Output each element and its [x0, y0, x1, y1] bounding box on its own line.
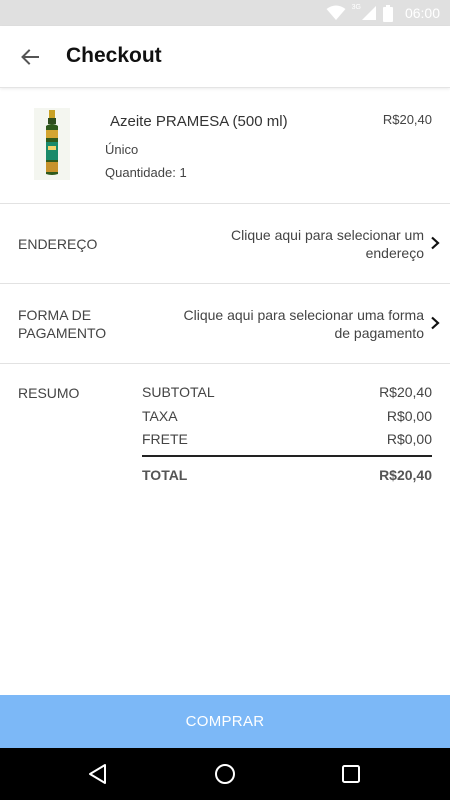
- shipping-label: FRETE: [142, 431, 188, 447]
- address-selector[interactable]: ENDEREÇO Clique aqui para selecionar um …: [0, 204, 450, 284]
- summary-table: SUBTOTAL R$20,40 TAXA R$0,00 FRETE R$0,0…: [142, 384, 432, 490]
- chevron-right-icon: [431, 236, 440, 250]
- address-label: ENDEREÇO: [18, 236, 98, 252]
- app-bar: Checkout: [0, 26, 450, 88]
- status-icons: 3G 06:00: [326, 0, 440, 26]
- subtotal-value: R$20,40: [379, 384, 432, 400]
- tax-value: R$0,00: [386, 407, 432, 424]
- order-summary: RESUMO SUBTOTAL R$20,40 TAXA R$0,00 FRET…: [0, 364, 450, 504]
- payment-value: Clique aqui para selecionar uma forma de…: [134, 306, 424, 342]
- cart-item: Azeite PRAMESA (500 ml) R$20,40 Único Qu…: [0, 90, 450, 204]
- circle-home-icon[interactable]: [213, 762, 237, 786]
- status-time: 06:00: [404, 5, 440, 21]
- network-type-label: 3G: [351, 3, 361, 11]
- chevron-right-icon: [431, 316, 440, 330]
- subtotal-label: SUBTOTAL: [142, 384, 215, 400]
- arrow-back-icon[interactable]: [16, 43, 44, 71]
- payment-label-line2: PAGAMENTO: [18, 325, 107, 341]
- payment-value-line1: Clique aqui para selecionar uma forma: [183, 307, 424, 323]
- product-image: [34, 108, 70, 180]
- product-price: R$20,40: [382, 112, 432, 127]
- total-row: TOTAL R$20,40: [142, 467, 432, 491]
- triangle-back-icon[interactable]: [86, 762, 110, 786]
- status-bar: 3G 06:00: [0, 0, 450, 26]
- summary-label: RESUMO: [18, 385, 80, 401]
- system-nav-bar: [0, 748, 450, 800]
- tax-row: TAXA R$0,00: [142, 408, 432, 432]
- buy-button[interactable]: COMPRAR: [0, 695, 450, 748]
- square-recents-icon[interactable]: [339, 762, 363, 786]
- shipping-row: FRETE R$0,00: [142, 431, 432, 455]
- payment-label-line1: FORMA DE: [18, 307, 92, 323]
- subtotal-row: SUBTOTAL R$20,40: [142, 384, 432, 408]
- product-quantity: Quantidade: 1: [105, 165, 187, 180]
- product-name: Azeite PRAMESA (500 ml): [110, 113, 288, 130]
- page-title: Checkout: [66, 44, 162, 67]
- battery-icon: [382, 4, 393, 22]
- wifi-icon: [326, 5, 346, 20]
- cell-signal-icon: [361, 6, 376, 20]
- payment-label: FORMA DE PAGAMENTO: [18, 306, 106, 342]
- address-value: Clique aqui para selecionar um endereço: [134, 226, 424, 262]
- payment-value-line2: de pagamento: [334, 325, 424, 341]
- product-variant: Único: [105, 142, 139, 157]
- address-value-line1: Clique aqui para selecionar um: [231, 227, 424, 243]
- payment-method-selector[interactable]: FORMA DE PAGAMENTO Clique aqui para sele…: [0, 284, 450, 364]
- tax-label: TAXA: [142, 407, 178, 424]
- address-value-line2: endereço: [365, 245, 424, 261]
- total-label: TOTAL: [142, 466, 188, 483]
- total-value: R$20,40: [379, 466, 432, 483]
- shipping-value: R$0,00: [386, 431, 432, 447]
- summary-divider: [142, 454, 432, 457]
